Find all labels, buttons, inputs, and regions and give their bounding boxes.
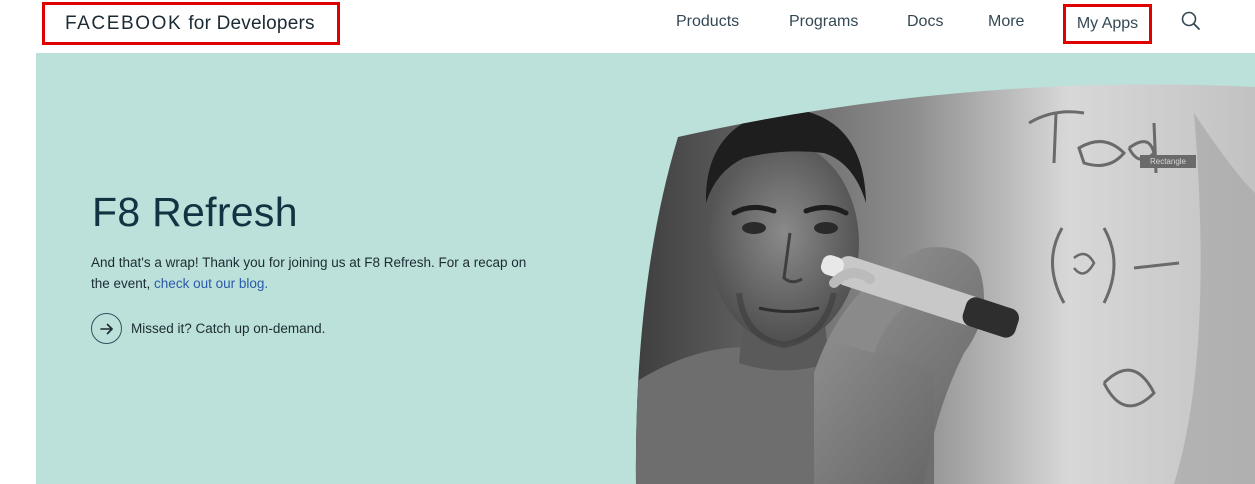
- search-icon[interactable]: [1180, 10, 1202, 32]
- catch-up-on-demand-link[interactable]: Missed it? Catch up on-demand.: [91, 313, 325, 344]
- nav-my-apps-label: My Apps: [1076, 15, 1139, 32]
- cta-label: Missed it? Catch up on-demand.: [131, 321, 326, 336]
- hero-title: F8 Refresh: [92, 189, 298, 235]
- brand-logo-link[interactable]: FACEBOOK for Developers: [42, 2, 340, 45]
- brand-wordmark: FACEBOOK: [65, 12, 183, 34]
- nav-programs[interactable]: Programs: [789, 12, 858, 32]
- search-icon-glyph: [1181, 11, 1200, 30]
- nav-products[interactable]: Products: [676, 12, 739, 32]
- hero-description: And that's a wrap! Thank you for joining…: [91, 252, 531, 294]
- hero-photo: [635, 84, 1255, 484]
- nav-more[interactable]: More: [988, 12, 1024, 32]
- hero-banner: F8 Refresh And that's a wrap! Thank you …: [36, 53, 1255, 484]
- nav-docs[interactable]: Docs: [907, 12, 943, 32]
- nav-my-apps[interactable]: My Apps: [1063, 4, 1152, 44]
- rectangle-label: Rectangle: [1140, 155, 1196, 168]
- arrow-right-icon: [91, 313, 122, 344]
- brand-suffix: for Developers: [188, 12, 315, 34]
- blog-link[interactable]: check out our blog.: [154, 276, 268, 291]
- top-navigation-bar: FACEBOOK for Developers Products Program…: [0, 0, 1255, 53]
